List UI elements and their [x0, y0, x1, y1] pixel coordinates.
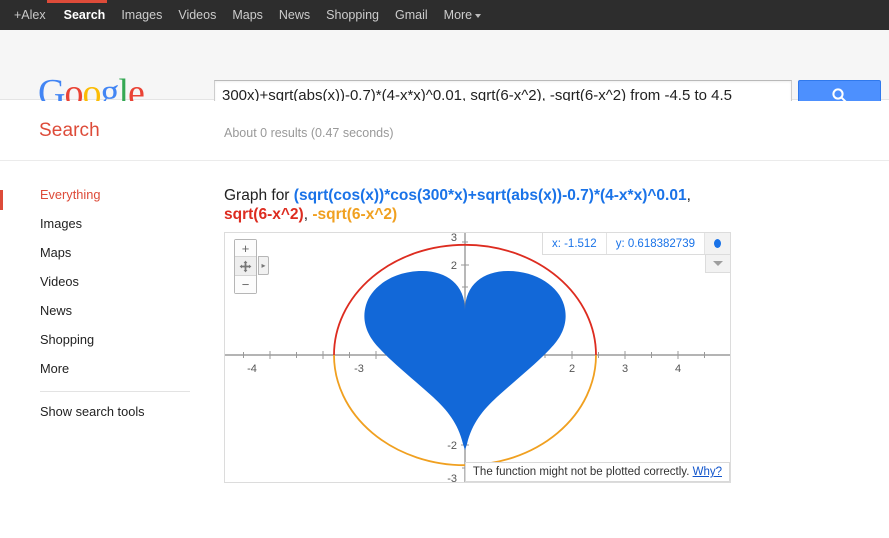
coord-y-value: y: 0.618382739	[607, 233, 705, 254]
results-header	[0, 101, 889, 161]
sidebar-item-more[interactable]: More	[0, 354, 210, 383]
coord-expand-button[interactable]	[705, 255, 730, 273]
svg-text:4: 4	[675, 363, 681, 375]
page-title: Search	[39, 120, 100, 141]
svg-text:3: 3	[451, 233, 457, 244]
nav-news[interactable]: News	[271, 0, 318, 30]
series-marker[interactable]	[705, 233, 730, 254]
page-root: +Alex Search Images Videos Maps News Sho…	[0, 0, 889, 538]
sidebar-divider	[40, 391, 190, 392]
sidebar-item-everything[interactable]: Everything	[0, 180, 210, 209]
function-label-1: (sqrt(cos(x))*cos(300*x)+sqrt(abs(x))-0.…	[293, 187, 687, 204]
top-navigation-bar: +Alex Search Images Videos Maps News Sho…	[0, 0, 889, 30]
plot-warning-why-link[interactable]: Why?	[693, 466, 722, 478]
svg-text:2: 2	[569, 363, 575, 375]
graph-title-prefix: Graph for	[224, 187, 294, 204]
plot-warning-text: The function might not be plotted correc…	[472, 466, 693, 478]
sidebar-item-shopping[interactable]: Shopping	[0, 325, 210, 354]
svg-text:-4: -4	[247, 363, 257, 375]
nav-more[interactable]: More	[436, 0, 489, 30]
zoom-in-button[interactable]: +	[235, 240, 256, 257]
sidebar-active-accent	[0, 190, 3, 210]
sidebar-item-images[interactable]: Images	[0, 209, 210, 238]
svg-text:-3: -3	[354, 363, 364, 375]
chevron-down-icon	[713, 261, 723, 266]
zoom-out-button[interactable]: −	[235, 276, 256, 293]
map-zoom-controls[interactable]: + −	[234, 239, 257, 294]
nav-maps[interactable]: Maps	[224, 0, 271, 30]
nav-shopping[interactable]: Shopping	[318, 0, 387, 30]
nav-more-label: More	[443, 8, 473, 22]
coordinate-readout: x: -1.512 y: 0.618382739	[541, 233, 730, 255]
function-label-3: -sqrt(6-x^2)	[312, 206, 398, 223]
pan-expand-button[interactable]: ▸	[258, 256, 269, 275]
svg-text:-2: -2	[447, 440, 457, 452]
function-label-2: sqrt(6-x^2)	[224, 206, 304, 223]
graph-title: Graph for (sqrt(cos(x))*cos(300*x)+sqrt(…	[224, 186, 740, 224]
show-search-tools-link[interactable]: Show search tools	[0, 400, 210, 423]
chevron-down-icon	[475, 13, 482, 18]
blue-dot-icon	[714, 239, 721, 248]
nav-images[interactable]: Images	[113, 0, 170, 30]
coord-x-value: x: -1.512	[543, 233, 607, 254]
sidebar: Everything Images Maps Videos News Shopp…	[0, 180, 210, 423]
title-sep-1: ,	[686, 187, 691, 204]
plus-alex-link[interactable]: +Alex	[8, 0, 56, 30]
nav-videos[interactable]: Videos	[170, 0, 224, 30]
svg-text:-3: -3	[447, 473, 457, 482]
results-count: About 0 results (0.47 seconds)	[224, 126, 394, 140]
graph-result: Graph for (sqrt(cos(x))*cos(300*x)+sqrt(…	[224, 186, 744, 483]
plot-warning: The function might not be plotted correc…	[464, 462, 730, 482]
nav-search[interactable]: Search	[56, 0, 114, 30]
svg-text:2: 2	[451, 260, 457, 272]
nav-gmail[interactable]: Gmail	[387, 0, 436, 30]
function-plot: -4 -3 -2 2 3 4 3 2 1 -2 -3	[225, 233, 730, 482]
move-icon	[239, 260, 252, 272]
pan-button[interactable]	[235, 257, 256, 276]
search-header: Google	[0, 30, 889, 112]
sidebar-item-videos[interactable]: Videos	[0, 267, 210, 296]
svg-text:3: 3	[622, 363, 628, 375]
graph-panel[interactable]: -4 -3 -2 2 3 4 3 2 1 -2 -3	[224, 232, 731, 483]
sidebar-item-maps[interactable]: Maps	[0, 238, 210, 267]
sidebar-item-news[interactable]: News	[0, 296, 210, 325]
